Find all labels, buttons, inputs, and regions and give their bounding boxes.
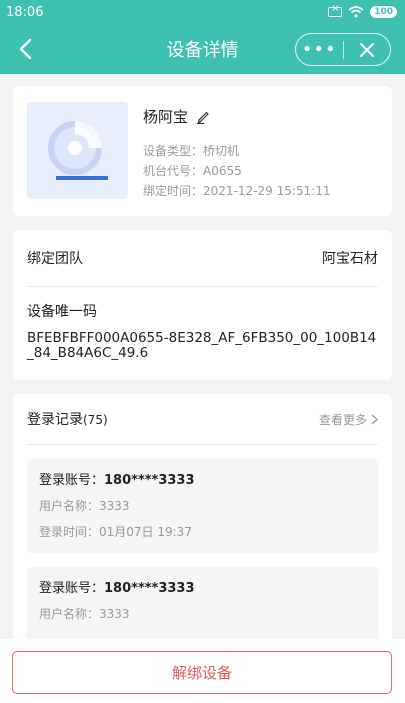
device-uid-label: 设备唯一码 [27,304,97,320]
status-bar: 18:06 100 [0,0,405,24]
device-type: 桥切机 [203,144,240,158]
mini-program-capsule: ••• [295,33,391,66]
page-title: 设备详情 [166,40,239,61]
close-icon [359,42,374,57]
login-records-card: 登录记录(75) 查看更多 登录账号：180****3333 用户名称：3333… [13,394,392,654]
saw-blade-icon [48,121,108,180]
device-code: A0655 [203,164,242,178]
device-name-row: 杨阿宝 [143,106,210,127]
record-user: 用户名称：3333 [39,497,366,514]
bind-time-line: 绑定时间：2021-12-29 15:51:11 [143,181,330,201]
close-button[interactable] [344,34,391,65]
device-name: 杨阿宝 [143,108,189,126]
bottom-action-bar: 解绑设备 [0,639,405,703]
team-card: 绑定团队 阿宝石材 设备唯一码 BFEBFBFF000A0655-8E328_A… [13,230,392,380]
wifi-icon [348,6,364,18]
record-time-label: 登录时间： [39,525,100,539]
bound-team-value: 阿宝石材 [322,251,378,267]
battery-icon: 100 [370,6,397,18]
bind-time: 2021-12-29 15:51:11 [203,184,331,198]
status-time: 18:06 [6,4,44,20]
login-title-text: 登录记录 [27,412,83,428]
device-uid-value: BFEBFBFF000A0655-8E328_AF_6FB350_00_100B… [27,330,377,361]
view-more-link[interactable]: 查看更多 [319,411,378,428]
view-more-label: 查看更多 [318,412,367,427]
bound-team-row: 绑定团队 阿宝石材 [27,230,378,286]
record-user-value: 3333 [99,499,130,513]
record-user: 用户名称：3333 [39,605,366,622]
divider [27,444,378,445]
divider [27,286,378,287]
page-content: 杨阿宝 设备类型：桥切机 机台代号：A0655 绑定时间：2021-12-29 … [0,74,405,703]
record-account-label: 登录账号： [39,473,105,488]
record-account-label: 登录账号： [39,581,105,596]
record-account-value: 180****3333 [104,473,195,488]
record-account: 登录账号：180****3333 [39,469,366,488]
device-info: 设备类型：桥切机 机台代号：A0655 绑定时间：2021-12-29 15:5… [143,141,330,201]
login-record: 登录账号：180****3333 用户名称：3333 登录时间：01月07日 1… [27,459,378,553]
device-code-label: 机台代号： [143,164,204,178]
device-type-label: 设备类型： [143,144,204,158]
unbind-device-button[interactable]: 解绑设备 [12,651,392,694]
record-account: 登录账号：180****3333 [39,577,366,596]
record-time: 登录时间：01月07日 19:37 [39,523,366,540]
chevron-left-icon [19,38,32,60]
login-records-title: 登录记录(75) [27,409,108,429]
bound-team-label: 绑定团队 [27,251,83,267]
device-image [27,102,128,199]
device-type-line: 设备类型：桥切机 [143,141,330,161]
record-user-value: 3333 [99,607,130,621]
login-records-count: (75) [83,413,108,427]
edit-icon[interactable] [196,110,210,124]
chevron-right-icon [371,414,378,424]
nav-bar: 设备详情 ••• [0,24,405,74]
record-user-label: 用户名称： [39,499,100,513]
record-user-label: 用户名称： [39,607,100,621]
record-account-value: 180****3333 [104,581,195,596]
sim-icon [328,3,343,17]
login-records-header: 登录记录(75) 查看更多 [27,394,378,444]
more-button[interactable]: ••• [296,34,343,65]
bind-time-label: 绑定时间： [143,184,204,198]
back-button[interactable] [10,32,40,66]
status-icons: 100 [328,3,397,18]
device-code-line: 机台代号：A0655 [143,161,330,181]
device-card: 杨阿宝 设备类型：桥切机 机台代号：A0655 绑定时间：2021-12-29 … [13,86,392,216]
record-time-value: 01月07日 19:37 [99,525,192,539]
